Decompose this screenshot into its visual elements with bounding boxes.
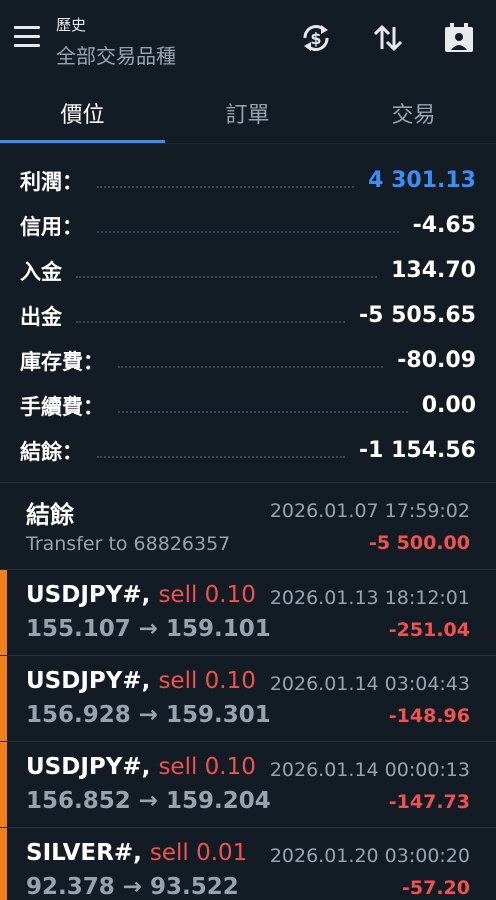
deal-side: sell 0.10 [158,668,256,694]
deal-symbol-line: USDJPY#, sell 0.10 [26,582,256,608]
dotted-leader [97,185,355,188]
deal-datetime: 2026.01.13 18:12:01 [269,587,470,609]
dotted-leader [76,320,345,323]
deal-side: sell 0.10 [158,754,256,780]
calendar-person-icon[interactable] [439,18,479,58]
hamburger-menu-icon[interactable] [14,26,42,50]
summary-row-profit: 利潤： 4 301.13 [0,158,496,203]
deal-symbol-line: SILVER#, sell 0.01 [26,840,247,866]
summary-label: 出金 [20,304,62,329]
deal-side: sell 0.10 [158,582,256,608]
summary-row-withdrawal: 出金 -5 505.65 [0,293,496,338]
position-accent-bar [0,570,7,656]
page-title: 歷史 [56,16,87,34]
summary-value: 0.00 [421,393,476,418]
deal-symbol: USDJPY#, [26,668,151,694]
deal-datetime: 2026.01.14 03:04:43 [269,673,470,695]
deal-datetime: 2026.01.20 03:00:20 [269,845,470,867]
deal-profit: -147.73 [388,791,470,813]
summary-value: 134.70 [391,258,476,283]
deal-prices: 156.852 → 159.204 [26,788,271,814]
position-accent-bar [0,828,7,900]
deal-row[interactable]: USDJPY#, sell 0.10 155.107 → 159.101 202… [0,570,496,656]
deal-profit: -57.20 [402,877,470,899]
sort-arrows-icon[interactable] [368,18,408,58]
dotted-leader [97,455,345,458]
deal-row[interactable]: USDJPY#, sell 0.10 156.928 → 159.301 202… [0,656,496,742]
app-header: 歷史 全部交易品種 $ [0,0,496,82]
deal-row[interactable]: USDJPY#, sell 0.10 156.852 → 159.204 202… [0,742,496,828]
deal-prices: 156.928 → 159.301 [26,702,271,728]
summary-value: -4.65 [412,213,476,238]
summary-label: 入金 [20,259,62,284]
balance-comment: Transfer to 68826357 [26,533,231,555]
sync-dollar-icon[interactable]: $ [296,18,336,58]
active-tab-indicator [0,140,165,143]
summary-label: 信用： [20,214,83,239]
summary-label: 結餘： [20,439,83,464]
deal-datetime: 2026.01.14 00:00:13 [269,759,470,781]
deal-symbol: SILVER#, [26,840,142,866]
tab-positions[interactable]: 價位 [0,82,165,144]
summary-row-swap: 庫存費： -80.09 [0,338,496,383]
svg-text:$: $ [310,29,321,48]
tab-deals[interactable]: 交易 [331,82,496,144]
summary-row-balance: 結餘： -1 154.56 [0,428,496,473]
deal-side: sell 0.01 [149,840,248,866]
summary-value: 4 301.13 [368,168,476,193]
position-accent-bar [0,742,7,828]
summary-label: 庫存費： [20,349,104,374]
deal-prices: 92.378 → 93.522 [26,874,239,900]
summary-row-deposit: 入金 134.70 [0,248,496,293]
summary-section: 利潤： 4 301.13 信用： -4.65 入金 134.70 出金 -5 5… [0,158,496,473]
dotted-leader [118,365,384,368]
deal-symbol-line: USDJPY#, sell 0.10 [26,668,256,694]
balance-entry[interactable]: 結餘 Transfer to 68826357 2026.01.07 17:59… [0,483,496,569]
deal-profit: -148.96 [388,705,470,727]
dotted-leader [118,410,408,413]
tab-orders[interactable]: 訂單 [165,82,330,144]
dotted-leader [76,275,378,278]
balance-amount: -5 500.00 [368,532,470,554]
summary-value: -1 154.56 [359,438,476,463]
deal-row[interactable]: SILVER#, sell 0.01 92.378 → 93.522 2026.… [0,828,496,900]
symbol-filter[interactable]: 全部交易品種 [56,40,176,69]
tab-bar: 價位 訂單 交易 [0,82,496,144]
balance-title: 結餘 [26,501,74,529]
balance-datetime: 2026.01.07 17:59:02 [269,500,470,522]
deal-profit: -251.04 [388,619,470,641]
summary-label: 利潤： [20,169,83,194]
deal-symbol-line: USDJPY#, sell 0.10 [26,754,256,780]
summary-label: 手續費： [20,394,104,419]
position-accent-bar [0,656,7,742]
deal-prices: 155.107 → 159.101 [26,616,271,642]
deal-symbol: USDJPY#, [26,582,151,608]
summary-value: -80.09 [397,348,476,373]
summary-row-credit: 信用： -4.65 [0,203,496,248]
deal-symbol: USDJPY#, [26,754,151,780]
summary-row-commission: 手續費： 0.00 [0,383,496,428]
summary-value: -5 505.65 [359,303,476,328]
dotted-leader [97,230,399,233]
